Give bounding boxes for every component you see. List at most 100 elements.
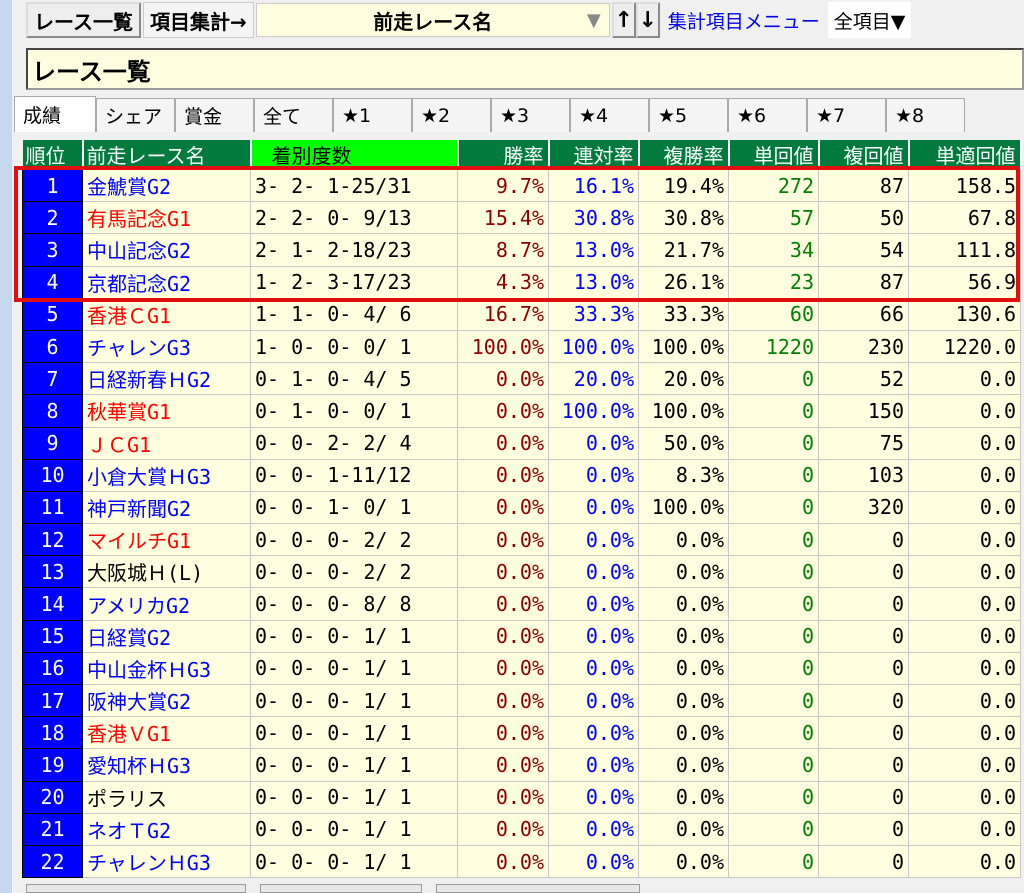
tab-0[interactable]: 成績 xyxy=(14,96,96,132)
win-return-cell: 23 xyxy=(728,265,819,299)
rank-cell: 22 xyxy=(22,844,83,879)
aggregate-menu-link[interactable]: 集計項目メニュー xyxy=(662,7,826,34)
show-rate-cell: 100.0% xyxy=(638,490,729,525)
table-row[interactable]: 5 香港ＣG1 1- 1- 0- 4/ 6 16.7% 33.3% 33.3% 60 66 13… xyxy=(22,297,1021,331)
dropdown-arrow-icon[interactable]: ▼ xyxy=(587,10,601,31)
aggregate-item-select[interactable]: 前走レース名 ▼ xyxy=(255,3,610,37)
adj-win-return-cell: 0.0 xyxy=(908,716,1021,750)
item-aggregate-button[interactable]: 項目集計→ xyxy=(143,2,254,38)
bottom-control[interactable] xyxy=(260,884,422,893)
tab-6[interactable]: ★3 xyxy=(491,98,570,132)
tab-9[interactable]: ★6 xyxy=(728,98,807,132)
place2-rate-cell: 0.0% xyxy=(548,812,639,846)
column-header[interactable]: 複回値 xyxy=(818,140,910,170)
column-header[interactable]: 前走レース名 xyxy=(82,140,252,170)
race-name-cell: チャレンＨG3 xyxy=(82,844,251,879)
place2-rate-cell: 0.0% xyxy=(548,490,639,525)
table-row[interactable]: 10 小倉大賞ＨG3 0- 0- 1-11/12 0.0% 0.0% 8.3% 0 103 0.… xyxy=(22,458,1021,492)
race-name-cell: ＪＣG1 xyxy=(82,426,251,460)
table-row[interactable]: 18 香港ＶG1 0- 0- 0- 1/ 1 0.0% 0.0% 0.0% 0 0 0.0 xyxy=(22,716,1021,750)
table-row[interactable]: 19 愛知杯ＨG3 0- 0- 0- 1/ 1 0.0% 0.0% 0.0% 0 0 0.0 xyxy=(22,748,1021,782)
table-row[interactable]: 15 日経賞G2 0- 0- 0- 1/ 1 0.0% 0.0% 0.0% 0 0 0.0 xyxy=(22,619,1021,653)
race-name-cell: 日経新春ＨG2 xyxy=(82,362,251,396)
show-return-cell: 0 xyxy=(818,619,909,653)
show-return-cell: 0 xyxy=(818,683,909,718)
column-header[interactable]: 単回値 xyxy=(728,140,820,170)
win-rate-cell: 0.0% xyxy=(457,394,549,428)
win-rate-cell: 0.0% xyxy=(457,587,549,621)
tab-8[interactable]: ★5 xyxy=(649,98,728,132)
table-row[interactable]: 6 チャレンG3 1- 0- 0- 0/ 1 100.0% 100.0% 100.0% 12… xyxy=(22,329,1021,364)
table-row[interactable]: 21 ネオＴG2 0- 0- 0- 1/ 1 0.0% 0.0% 0.0% 0 0 0.0 xyxy=(22,812,1021,846)
column-header[interactable]: 単適回値 xyxy=(908,140,1022,170)
adj-win-return-cell: 0.0 xyxy=(908,362,1021,396)
table-row[interactable]: 2 有馬記念G1 2- 2- 0- 9/13 15.4% 30.8% 30.8% 57 50 6… xyxy=(22,201,1021,235)
column-header[interactable]: 複勝率 xyxy=(638,140,730,170)
show-return-cell: 52 xyxy=(818,362,909,396)
table-row[interactable]: 1 金鯱賞G2 3- 2- 1-25/31 9.7% 16.1% 19.4% 272 87 15… xyxy=(22,168,1021,203)
place2-rate-cell: 33.3% xyxy=(548,297,639,331)
adj-win-return-cell: 56.9 xyxy=(908,265,1021,299)
race-list-button[interactable]: レース一覧 xyxy=(26,2,141,38)
adj-win-return-cell: 0.0 xyxy=(908,844,1021,879)
table-row[interactable]: 20 ポラリス 0- 0- 0- 1/ 1 0.0% 0.0% 0.0% 0 0 0.0 xyxy=(22,780,1021,814)
show-rate-cell: 20.0% xyxy=(638,362,729,396)
race-name-cell: アメリカG2 xyxy=(82,587,251,621)
record-cell: 0- 0- 2- 2/ 4 xyxy=(250,426,458,460)
column-header[interactable]: 着別度数 xyxy=(250,140,459,170)
column-header[interactable]: 順位 xyxy=(22,140,84,170)
tab-10[interactable]: ★7 xyxy=(807,98,886,132)
tab-7[interactable]: ★4 xyxy=(570,98,649,132)
win-rate-cell: 15.4% xyxy=(457,201,549,235)
place2-rate-cell: 0.0% xyxy=(548,748,639,782)
rank-cell: 7 xyxy=(22,362,83,396)
adj-win-return-cell: 130.6 xyxy=(908,297,1021,331)
adj-win-return-cell: 0.0 xyxy=(908,587,1021,621)
bottom-control[interactable] xyxy=(26,884,246,893)
place2-rate-cell: 30.8% xyxy=(548,201,639,235)
table-row[interactable]: 13 大阪城Ｈ(L) 0- 0- 0- 2/ 2 0.0% 0.0% 0.0% 0 0 0.0 xyxy=(22,555,1021,589)
show-rate-cell: 26.1% xyxy=(638,265,729,299)
table-row[interactable]: 16 中山金杯ＨG3 0- 0- 0- 1/ 1 0.0% 0.0% 0.0% 0 0 0.0 xyxy=(22,651,1021,686)
table-row[interactable]: 4 京都記念G2 1- 2- 3-17/23 4.3% 13.0% 26.1% 23 87 56… xyxy=(22,265,1021,299)
race-name-cell: 香港ＣG1 xyxy=(82,297,251,331)
win-return-cell: 0 xyxy=(728,587,819,621)
sort-up-button[interactable]: ↑ xyxy=(611,2,636,38)
show-rate-cell: 30.8% xyxy=(638,201,729,235)
adj-win-return-cell: 0.0 xyxy=(908,555,1021,589)
table-row[interactable]: 14 アメリカG2 0- 0- 0- 8/ 8 0.0% 0.0% 0.0% 0 0 0.0 xyxy=(22,587,1021,621)
show-rate-cell: 0.0% xyxy=(638,683,729,718)
tab-5[interactable]: ★2 xyxy=(412,98,491,132)
rank-cell: 8 xyxy=(22,394,83,428)
rank-cell: 6 xyxy=(22,329,83,364)
record-cell: 1- 1- 0- 4/ 6 xyxy=(250,297,458,331)
record-cell: 0- 0- 0- 1/ 1 xyxy=(250,812,458,846)
tab-1[interactable]: シェア xyxy=(96,98,175,132)
table-row[interactable]: 22 チャレンＨG3 0- 0- 0- 1/ 1 0.0% 0.0% 0.0% 0 0 0.0 xyxy=(22,844,1021,879)
table-row[interactable]: 12 マイルチG1 0- 0- 0- 2/ 2 0.0% 0.0% 0.0% 0 0 0.0 xyxy=(22,523,1021,557)
record-cell: 0- 0- 0- 1/ 1 xyxy=(250,780,458,814)
rank-cell: 1 xyxy=(22,168,83,203)
all-items-dropdown[interactable]: 全項目▼ xyxy=(827,2,912,38)
table-row[interactable]: 9 ＪＣG1 0- 0- 2- 2/ 4 0.0% 0.0% 50.0% 0 75 0.0 xyxy=(22,426,1021,460)
tab-2[interactable]: 賞金 xyxy=(175,98,254,132)
race-name-cell: 中山記念G2 xyxy=(82,233,251,267)
table-row[interactable]: 3 中山記念G2 2- 1- 2-18/23 8.7% 13.0% 21.7% 34 54 11… xyxy=(22,233,1021,267)
tab-3[interactable]: 全て xyxy=(254,98,333,132)
table-row[interactable]: 17 阪神大賞G2 0- 0- 0- 1/ 1 0.0% 0.0% 0.0% 0 0 0.0 xyxy=(22,683,1021,718)
rank-cell: 20 xyxy=(22,780,83,814)
column-header[interactable]: 連対率 xyxy=(548,140,640,170)
win-rate-cell: 0.0% xyxy=(457,555,549,589)
table-row[interactable]: 11 神戸新聞G2 0- 0- 1- 0/ 1 0.0% 0.0% 100.0% 0 320 0… xyxy=(22,490,1021,525)
table-row[interactable]: 7 日経新春ＨG2 0- 1- 0- 4/ 5 0.0% 20.0% 20.0% 0 52 0.… xyxy=(22,362,1021,396)
win-rate-cell: 0.0% xyxy=(457,651,549,686)
table-row[interactable]: 8 秋華賞G1 0- 1- 0- 0/ 1 0.0% 100.0% 100.0% 0 150 0… xyxy=(22,394,1021,428)
column-header[interactable]: 勝率 xyxy=(457,140,550,170)
sort-down-button[interactable]: ↓ xyxy=(635,2,660,38)
tab-4[interactable]: ★1 xyxy=(333,98,412,132)
tab-11[interactable]: ★8 xyxy=(886,98,965,132)
win-return-cell: 0 xyxy=(728,844,819,879)
adj-win-return-cell: 158.5 xyxy=(908,168,1021,203)
rank-cell: 5 xyxy=(22,297,83,331)
bottom-control[interactable] xyxy=(436,884,640,893)
